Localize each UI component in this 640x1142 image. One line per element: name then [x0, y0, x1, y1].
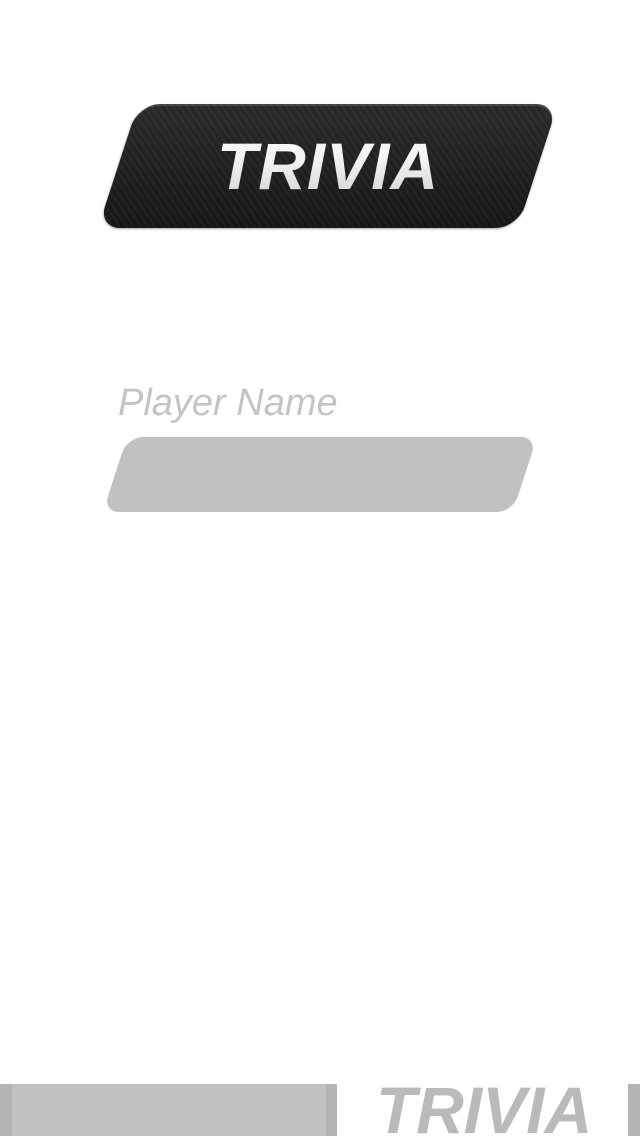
player-name-input[interactable]: [102, 437, 538, 512]
player-name-label: Player Name: [118, 382, 338, 424]
bottom-wordmark: TRIVIA: [375, 1078, 593, 1142]
logo-title: TRIVIA: [102, 104, 554, 228]
bottom-bar-edge: [628, 1084, 640, 1136]
bottom-bar-panel: [0, 1084, 337, 1136]
bottom-bar: TRIVIA: [0, 1078, 640, 1142]
